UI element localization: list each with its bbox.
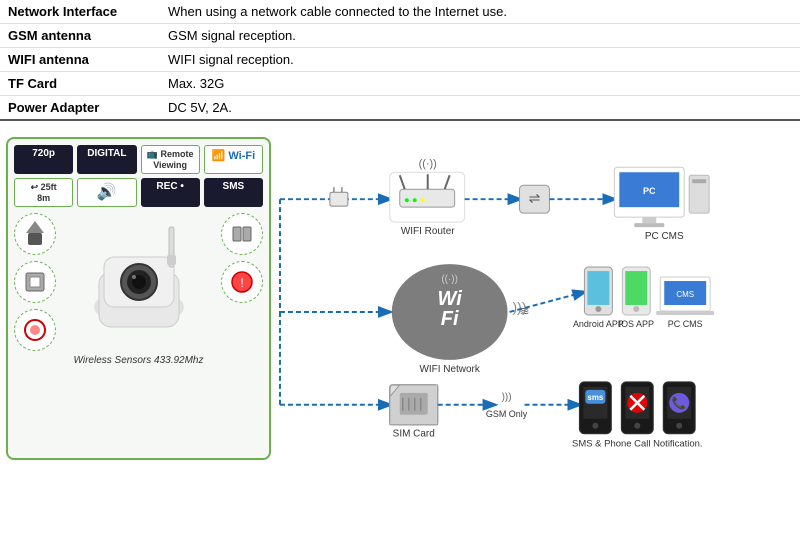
svg-text:WIFI Network: WIFI Network xyxy=(419,364,479,375)
camera-panel: 720p DIGITAL 📺 RemoteViewing 📶 Wi-Fi ↩ 2… xyxy=(6,137,271,460)
svg-text:IOS APP: IOS APP xyxy=(619,319,654,329)
sensor-2 xyxy=(14,261,56,303)
right-sensors: ! xyxy=(221,213,263,351)
spec-label: WIFI antenna xyxy=(0,48,160,72)
camera-image-area: ! xyxy=(14,213,263,351)
spec-value: DC 5V, 2A. xyxy=(160,96,800,121)
svg-text:((·)): ((·)) xyxy=(441,274,458,285)
svg-text:WIFI Router: WIFI Router xyxy=(401,226,455,237)
sensor-5: ! xyxy=(221,261,263,303)
svg-text:📞: 📞 xyxy=(672,395,687,410)
svg-text:))): ))) xyxy=(513,299,527,315)
spec-label: Power Adapter xyxy=(0,96,160,121)
feat-sms: SMS xyxy=(204,178,263,207)
svg-text:!: ! xyxy=(240,276,243,290)
svg-text:SIM Card: SIM Card xyxy=(393,429,435,440)
feat-digital: DIGITAL xyxy=(77,145,136,174)
sensor-1 xyxy=(14,213,56,255)
camera-svg xyxy=(69,217,209,347)
diagram-area: 720p DIGITAL 📺 RemoteViewing 📶 Wi-Fi ↩ 2… xyxy=(0,131,800,466)
spec-label: Network Interface xyxy=(0,0,160,24)
svg-text:PC: PC xyxy=(643,186,656,196)
svg-text:))): ))) xyxy=(502,392,512,403)
svg-text:Android APP: Android APP xyxy=(573,319,624,329)
svg-text:((·)): ((·)) xyxy=(419,158,437,170)
svg-text:⇌: ⇌ xyxy=(529,190,541,206)
spec-value: WIFI signal reception. xyxy=(160,48,800,72)
feat-range: ↩ 25ft8m xyxy=(14,178,73,207)
feature-buttons: 720p DIGITAL 📺 RemoteViewing 📶 Wi-Fi ↩ 2… xyxy=(14,145,263,207)
feat-wifi: 📶 Wi-Fi xyxy=(204,145,263,174)
svg-text:GSM Only: GSM Only xyxy=(486,409,528,419)
spec-label: GSM antenna xyxy=(0,24,160,48)
svg-text:PC CMS: PC CMS xyxy=(645,231,684,242)
network-svg: ((·)) WIFI Router ⇌ PC PC CMS xyxy=(275,137,794,457)
svg-text:sms: sms xyxy=(587,393,604,402)
camera-caption: Wireless Sensors 433.92Mhz xyxy=(14,355,263,366)
svg-text:Fi: Fi xyxy=(441,308,459,330)
feat-rec: REC • xyxy=(141,178,200,207)
svg-text:SMS & Phone Call Notification.: SMS & Phone Call Notification. xyxy=(572,439,703,450)
spec-value: When using a network cable connected to … xyxy=(160,0,800,24)
sensor-4 xyxy=(221,213,263,255)
network-diagram: ((·)) WIFI Router ⇌ PC PC CMS xyxy=(275,137,794,460)
feat-audio: 🔊 xyxy=(77,178,136,207)
specs-table: Network InterfaceWhen using a network ca… xyxy=(0,0,800,121)
svg-text:PC CMS: PC CMS xyxy=(668,319,703,329)
left-sensors xyxy=(14,213,56,351)
spec-label: TF Card xyxy=(0,72,160,96)
svg-text:CMS: CMS xyxy=(676,290,694,299)
svg-text:Wi: Wi xyxy=(438,288,463,310)
camera-main xyxy=(60,213,217,351)
feat-720p: 720p xyxy=(14,145,73,174)
spec-value: Max. 32G xyxy=(160,72,800,96)
sensor-3 xyxy=(14,309,56,351)
spec-value: GSM signal reception. xyxy=(160,24,800,48)
feat-remote: 📺 RemoteViewing xyxy=(141,145,200,174)
